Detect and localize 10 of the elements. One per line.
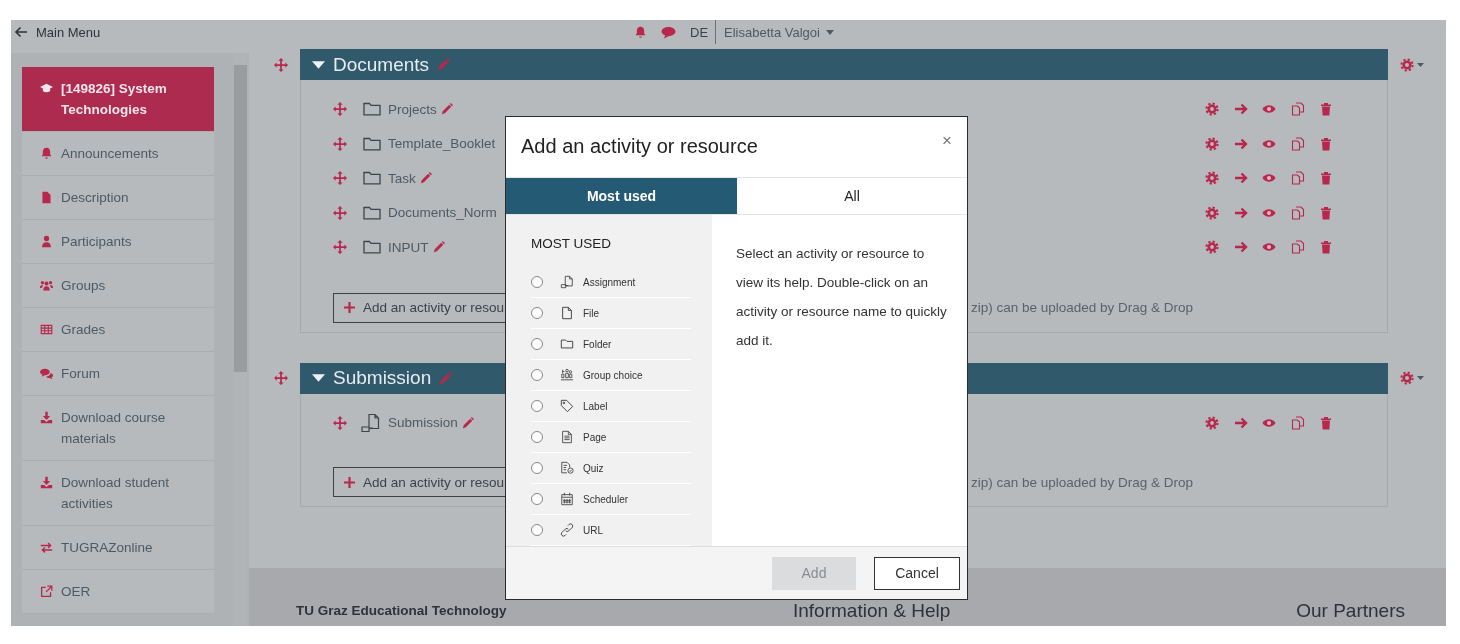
footer-heading: TU Graz Educational Technology (296, 603, 508, 620)
list-heading: MOST USED (531, 235, 612, 254)
section-title: Documents (333, 53, 430, 76)
drop-hint: zip) can be uploaded by Drag & Drop (971, 300, 1194, 315)
dialog-title: Add an activity or resource (521, 135, 758, 159)
section-title: Submission (333, 367, 432, 389)
footer-heading: Our Partners (1296, 600, 1405, 622)
footer-heading: Information & Help (793, 600, 952, 622)
help-text: Select an activity or resource to view its help. Double-click on an activity or resource name to quickly add it. (736, 245, 948, 351)
drop-hint: zip) can be uploaded by Drag & Drop (971, 474, 1194, 490)
